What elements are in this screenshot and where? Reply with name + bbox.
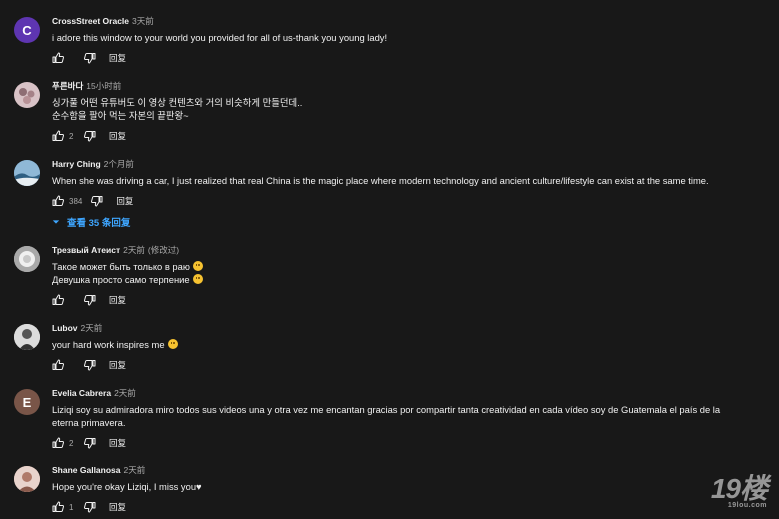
star-struck-emoji-icon [167, 339, 178, 349]
comment-text: Hope you're okay Liziqi, I miss you♥ [52, 480, 769, 493]
reply-button[interactable]: 回复 [109, 130, 126, 142]
comment-line: 순수함을 팔아 먹는 자본의 끝판왕~ [52, 110, 189, 121]
avatar[interactable] [14, 160, 40, 186]
comment-time[interactable]: 15小时前 [86, 81, 121, 91]
thumb-down-icon[interactable] [84, 437, 96, 449]
thumb-up-icon[interactable] [52, 52, 64, 64]
chevron-down-icon [52, 220, 60, 224]
thumb-down-icon[interactable] [84, 359, 96, 371]
comment-text: i adore this window to your world you pr… [52, 31, 769, 44]
reply-button[interactable]: 回复 [109, 52, 126, 64]
avatar[interactable] [14, 246, 40, 272]
like-count: 2 [69, 131, 74, 141]
like-count: 1 [69, 502, 74, 512]
thumb-up-icon[interactable] [52, 437, 64, 449]
comment-time[interactable]: 2天前 [81, 323, 103, 333]
comment-author[interactable]: Evelia Cabrera [52, 388, 111, 398]
avatar[interactable] [14, 324, 40, 350]
comment-author[interactable]: 푸른바다 [52, 81, 83, 91]
view-replies-label: 查看 35 条回复 [67, 218, 131, 229]
edited-label: (修改过) [147, 245, 180, 255]
comment-time[interactable]: 2个月前 [104, 159, 134, 169]
thumb-up-icon[interactable] [52, 294, 64, 306]
comment-line: your hard work inspires me [52, 339, 165, 350]
watermark-logo: 19楼 [710, 473, 768, 504]
smiley-emoji-icon [192, 261, 203, 271]
comment-author[interactable]: CrossStreet Oracle [52, 16, 129, 26]
thumb-up-icon[interactable] [52, 130, 64, 142]
thumb-up-icon[interactable] [52, 195, 64, 207]
comment-text: 싱가풀 어떤 유튜버도 이 영상 컨텐츠와 거의 비슷하게 만들던데.. 순수함… [52, 96, 769, 122]
thumb-down-icon[interactable] [84, 501, 96, 513]
comment-line: Девушка просто само терпение [52, 274, 190, 285]
comment-line: Liziqi soy su admiradora miro todos sus … [52, 404, 721, 428]
avatar-letter: E [22, 394, 32, 410]
reply-button[interactable]: 回复 [116, 195, 133, 207]
site-watermark: 19楼 19lou.com [710, 473, 768, 510]
reply-button[interactable]: 回复 [109, 359, 126, 371]
avatar-letter: C [22, 22, 32, 38]
thumb-down-icon[interactable] [84, 294, 96, 306]
comment-author[interactable]: Lubov [52, 323, 78, 333]
comment-time[interactable]: 2天前 [123, 245, 145, 255]
comment-time[interactable]: 3天前 [132, 16, 154, 26]
reply-button[interactable]: 回复 [109, 294, 126, 306]
comment-line: 싱가풀 어떤 유튜버도 이 영상 컨텐츠와 거의 비슷하게 만들던데.. [52, 97, 303, 108]
comment-author[interactable]: Harry Ching [52, 159, 101, 169]
avatar[interactable]: C [14, 17, 40, 43]
like-count: 2 [69, 438, 74, 448]
smiley-emoji-icon [192, 274, 203, 284]
comment-line: i adore this window to your world you pr… [52, 32, 388, 43]
reply-button[interactable]: 回复 [109, 437, 126, 449]
thumb-up-icon[interactable] [52, 359, 64, 371]
thumb-down-icon[interactable] [91, 195, 103, 207]
comment-text: When she was driving a car, I just reali… [52, 174, 769, 187]
thumb-up-icon[interactable] [52, 501, 64, 513]
comment-author[interactable]: Shane Gallanosa [52, 465, 121, 475]
avatar[interactable] [14, 466, 40, 492]
comment-text: your hard work inspires me [52, 338, 769, 351]
thumb-down-icon[interactable] [84, 52, 96, 64]
comment-text: Liziqi soy su admiradora miro todos sus … [52, 403, 742, 429]
comment-line: Такое может быть только в раю [52, 261, 190, 272]
thumb-down-icon[interactable] [84, 130, 96, 142]
view-replies-button[interactable]: 查看 35 条回复 [52, 215, 130, 229]
avatar[interactable] [14, 82, 40, 108]
comment-line: When she was driving a car, I just reali… [52, 175, 709, 186]
comment-time[interactable]: 2天前 [114, 388, 136, 398]
avatar[interactable]: E [14, 389, 40, 415]
like-count: 384 [69, 196, 83, 206]
comment-line: Hope you're okay Liziqi, I miss you♥ [52, 481, 202, 492]
reply-button[interactable]: 回复 [109, 501, 126, 513]
comment-text: Такое может быть только в раю Девушка пр… [52, 260, 769, 286]
comment-time[interactable]: 2天前 [124, 465, 146, 475]
comment-author[interactable]: Трезвый Атеист [52, 245, 120, 255]
